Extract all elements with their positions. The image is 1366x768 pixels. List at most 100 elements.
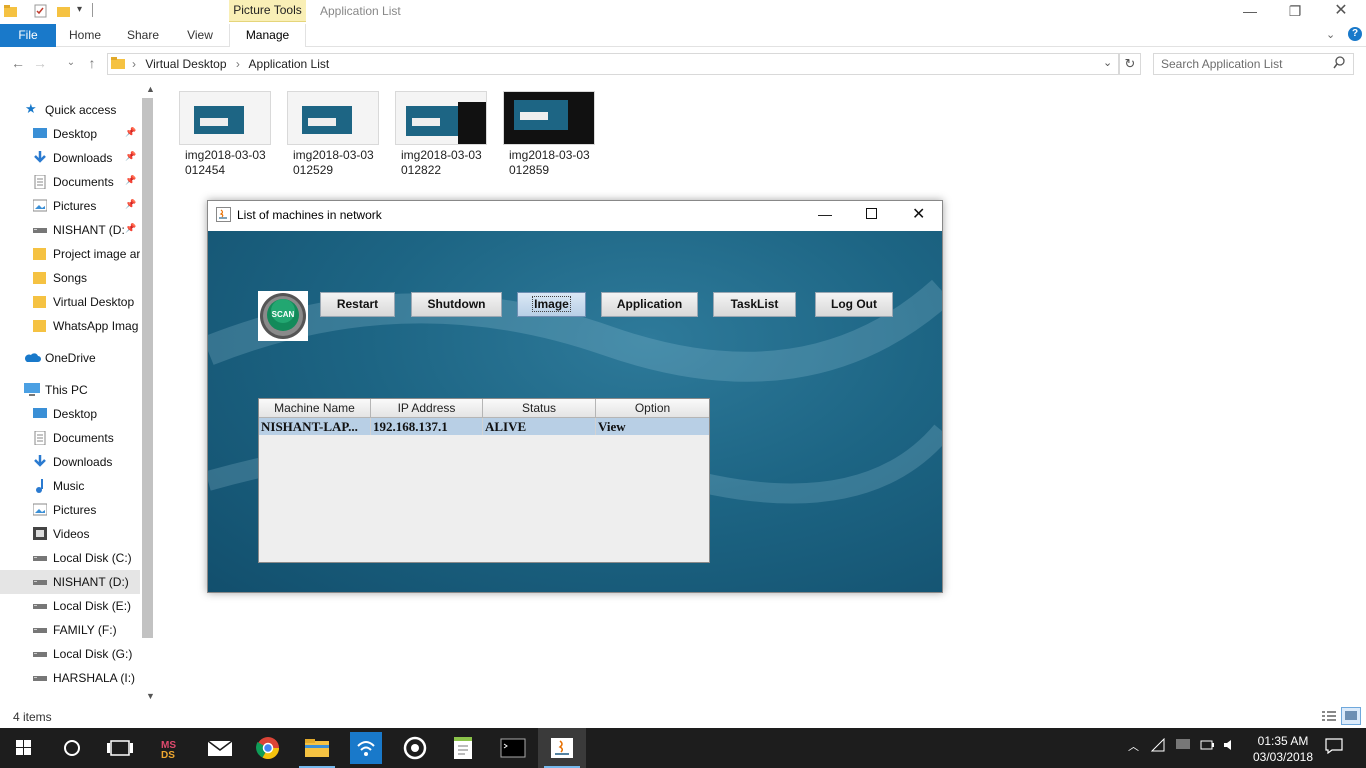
file-explorer-icon[interactable] [293,728,341,768]
quick-access-item[interactable]: Downloads 📌 [0,146,140,170]
this-pc-item[interactable]: Local Disk (E:) [0,594,140,618]
back-arrow-icon[interactable]: ← [9,52,27,74]
file-thumbnail[interactable] [287,91,379,145]
quick-access-item[interactable]: Virtual Desktop [0,290,140,314]
display-icon[interactable] [1175,738,1191,755]
table-cell-machine-name[interactable]: NISHANT-LAP... [259,418,371,435]
up-arrow-icon[interactable]: ↑ [83,52,101,74]
java-maximize-button[interactable] [866,208,877,219]
action-center-icon[interactable] [1325,738,1343,757]
pictures-icon [32,503,48,516]
minimize-button[interactable]: — [1227,0,1273,22]
table-cell-status[interactable]: ALIVE [483,418,596,435]
task-view-icon[interactable] [96,728,144,768]
network-icon[interactable] [1150,737,1167,755]
quick-access-item[interactable]: Desktop 📌 [0,122,140,146]
ms-app-icon[interactable]: MS DS [146,728,194,768]
this-pc-item[interactable]: Music [0,474,140,498]
groove-icon[interactable] [391,728,439,768]
table-cell-ip-address[interactable]: 192.168.137.1 [371,418,483,435]
search-icon[interactable] [1333,56,1346,72]
scroll-up-icon[interactable]: ▲ [146,84,155,94]
help-icon[interactable]: ? [1348,27,1362,41]
image-button[interactable]: Image [517,292,586,317]
clock[interactable]: 01:35 AM 03/03/2018 [1248,733,1318,765]
large-icons-view-icon[interactable] [1341,707,1361,725]
drive-icon [33,647,47,660]
properties-icon[interactable] [34,4,47,18]
this-pc-item[interactable]: Videos [0,522,140,546]
quick-access-item[interactable]: Songs [0,266,140,290]
quick-access-item[interactable]: Pictures 📌 [0,194,140,218]
quick-access-item[interactable]: NISHANT (D: 📌 [0,218,140,242]
cmd-icon[interactable] [489,728,537,768]
nav-this-pc[interactable]: This PC [0,378,140,402]
file-thumbnail[interactable] [395,91,487,145]
scroll-down-icon[interactable]: ▼ [146,691,155,701]
tab-file[interactable]: File [0,24,56,47]
this-pc-item[interactable]: Documents [0,426,140,450]
file-name[interactable]: img2018-03-03 012859 [509,148,609,178]
quick-access-item[interactable]: Project image ar [0,242,140,266]
drive-icon [33,575,47,588]
refresh-icon[interactable]: ↻ [1119,53,1141,75]
close-button[interactable]: ✕ [1318,0,1364,22]
address-dropdown-icon[interactable]: ⌄ [1103,56,1112,69]
tasklist-button[interactable]: TaskList [713,292,796,317]
restart-button[interactable]: Restart [320,292,395,317]
breadcrumb-item[interactable]: Virtual Desktop [145,57,226,71]
new-folder-icon[interactable] [57,4,70,18]
quick-access-item[interactable]: WhatsApp Imag [0,314,140,338]
battery-icon[interactable] [1199,738,1215,755]
column-header-machine-name[interactable]: Machine Name [259,399,371,418]
this-pc-item[interactable]: HARSHALA (I:) [0,666,140,690]
nav-quick-access[interactable]: ★ Quick access [0,98,140,122]
nav-onedrive[interactable]: OneDrive [0,346,140,370]
file-thumbnail[interactable] [503,91,595,145]
column-header-option[interactable]: Option [596,399,709,418]
this-pc-item[interactable]: Local Disk (C:) [0,546,140,570]
java-close-button[interactable]: ✕ [912,204,925,224]
quick-access-item[interactable]: Documents 📌 [0,170,140,194]
this-pc-item[interactable]: FAMILY (F:) [0,618,140,642]
chrome-icon[interactable] [244,728,292,768]
notepad-icon[interactable] [440,728,488,768]
scan-button[interactable]: SCAN [258,291,308,341]
this-pc-item[interactable]: NISHANT (D:) [0,570,140,594]
restore-button[interactable]: ❐ [1272,0,1318,22]
java-minimize-button[interactable]: — [818,206,832,222]
this-pc-item[interactable]: Downloads [0,450,140,474]
breadcrumb-item[interactable]: Application List [249,57,330,71]
details-view-icon[interactable] [1321,709,1337,723]
scrollbar-thumb[interactable] [142,98,153,638]
ribbon-expand-icon[interactable]: ⌄ [1326,28,1335,41]
mail-icon[interactable] [196,728,244,768]
recent-locations-icon[interactable]: ⌄ [62,52,80,74]
volume-icon[interactable] [1222,738,1238,755]
logout-button[interactable]: Log Out [815,292,893,317]
tab-share[interactable]: Share [122,24,164,47]
file-name[interactable]: img2018-03-03 012822 [401,148,501,178]
this-pc-item[interactable]: Desktop [0,402,140,426]
application-button[interactable]: Application [601,292,698,317]
this-pc-item[interactable]: Local Disk (G:) [0,642,140,666]
cortana-icon[interactable] [48,728,96,768]
customize-toolbar-icon[interactable]: ▾ [77,4,82,15]
wifi-app-icon[interactable] [342,728,390,768]
shutdown-button[interactable]: Shutdown [411,292,502,317]
file-name[interactable]: img2018-03-03 012529 [293,148,393,178]
start-icon[interactable] [0,728,48,768]
chevron-up-icon[interactable]: ︿ [1128,738,1139,754]
column-header-ip-address[interactable]: IP Address [371,399,483,418]
java-icon[interactable] [538,728,586,768]
tab-view[interactable]: View [180,24,220,47]
tab-home[interactable]: Home [64,24,106,47]
quick-access-item-label: Documents [53,175,114,189]
forward-arrow-icon[interactable]: → [31,52,49,74]
column-header-status[interactable]: Status [483,399,596,418]
this-pc-item[interactable]: Pictures [0,498,140,522]
file-name[interactable]: img2018-03-03 012454 [185,148,285,178]
table-cell-option[interactable]: View [596,418,709,435]
file-thumbnail[interactable] [179,91,271,145]
tab-manage[interactable]: Manage [229,24,306,47]
